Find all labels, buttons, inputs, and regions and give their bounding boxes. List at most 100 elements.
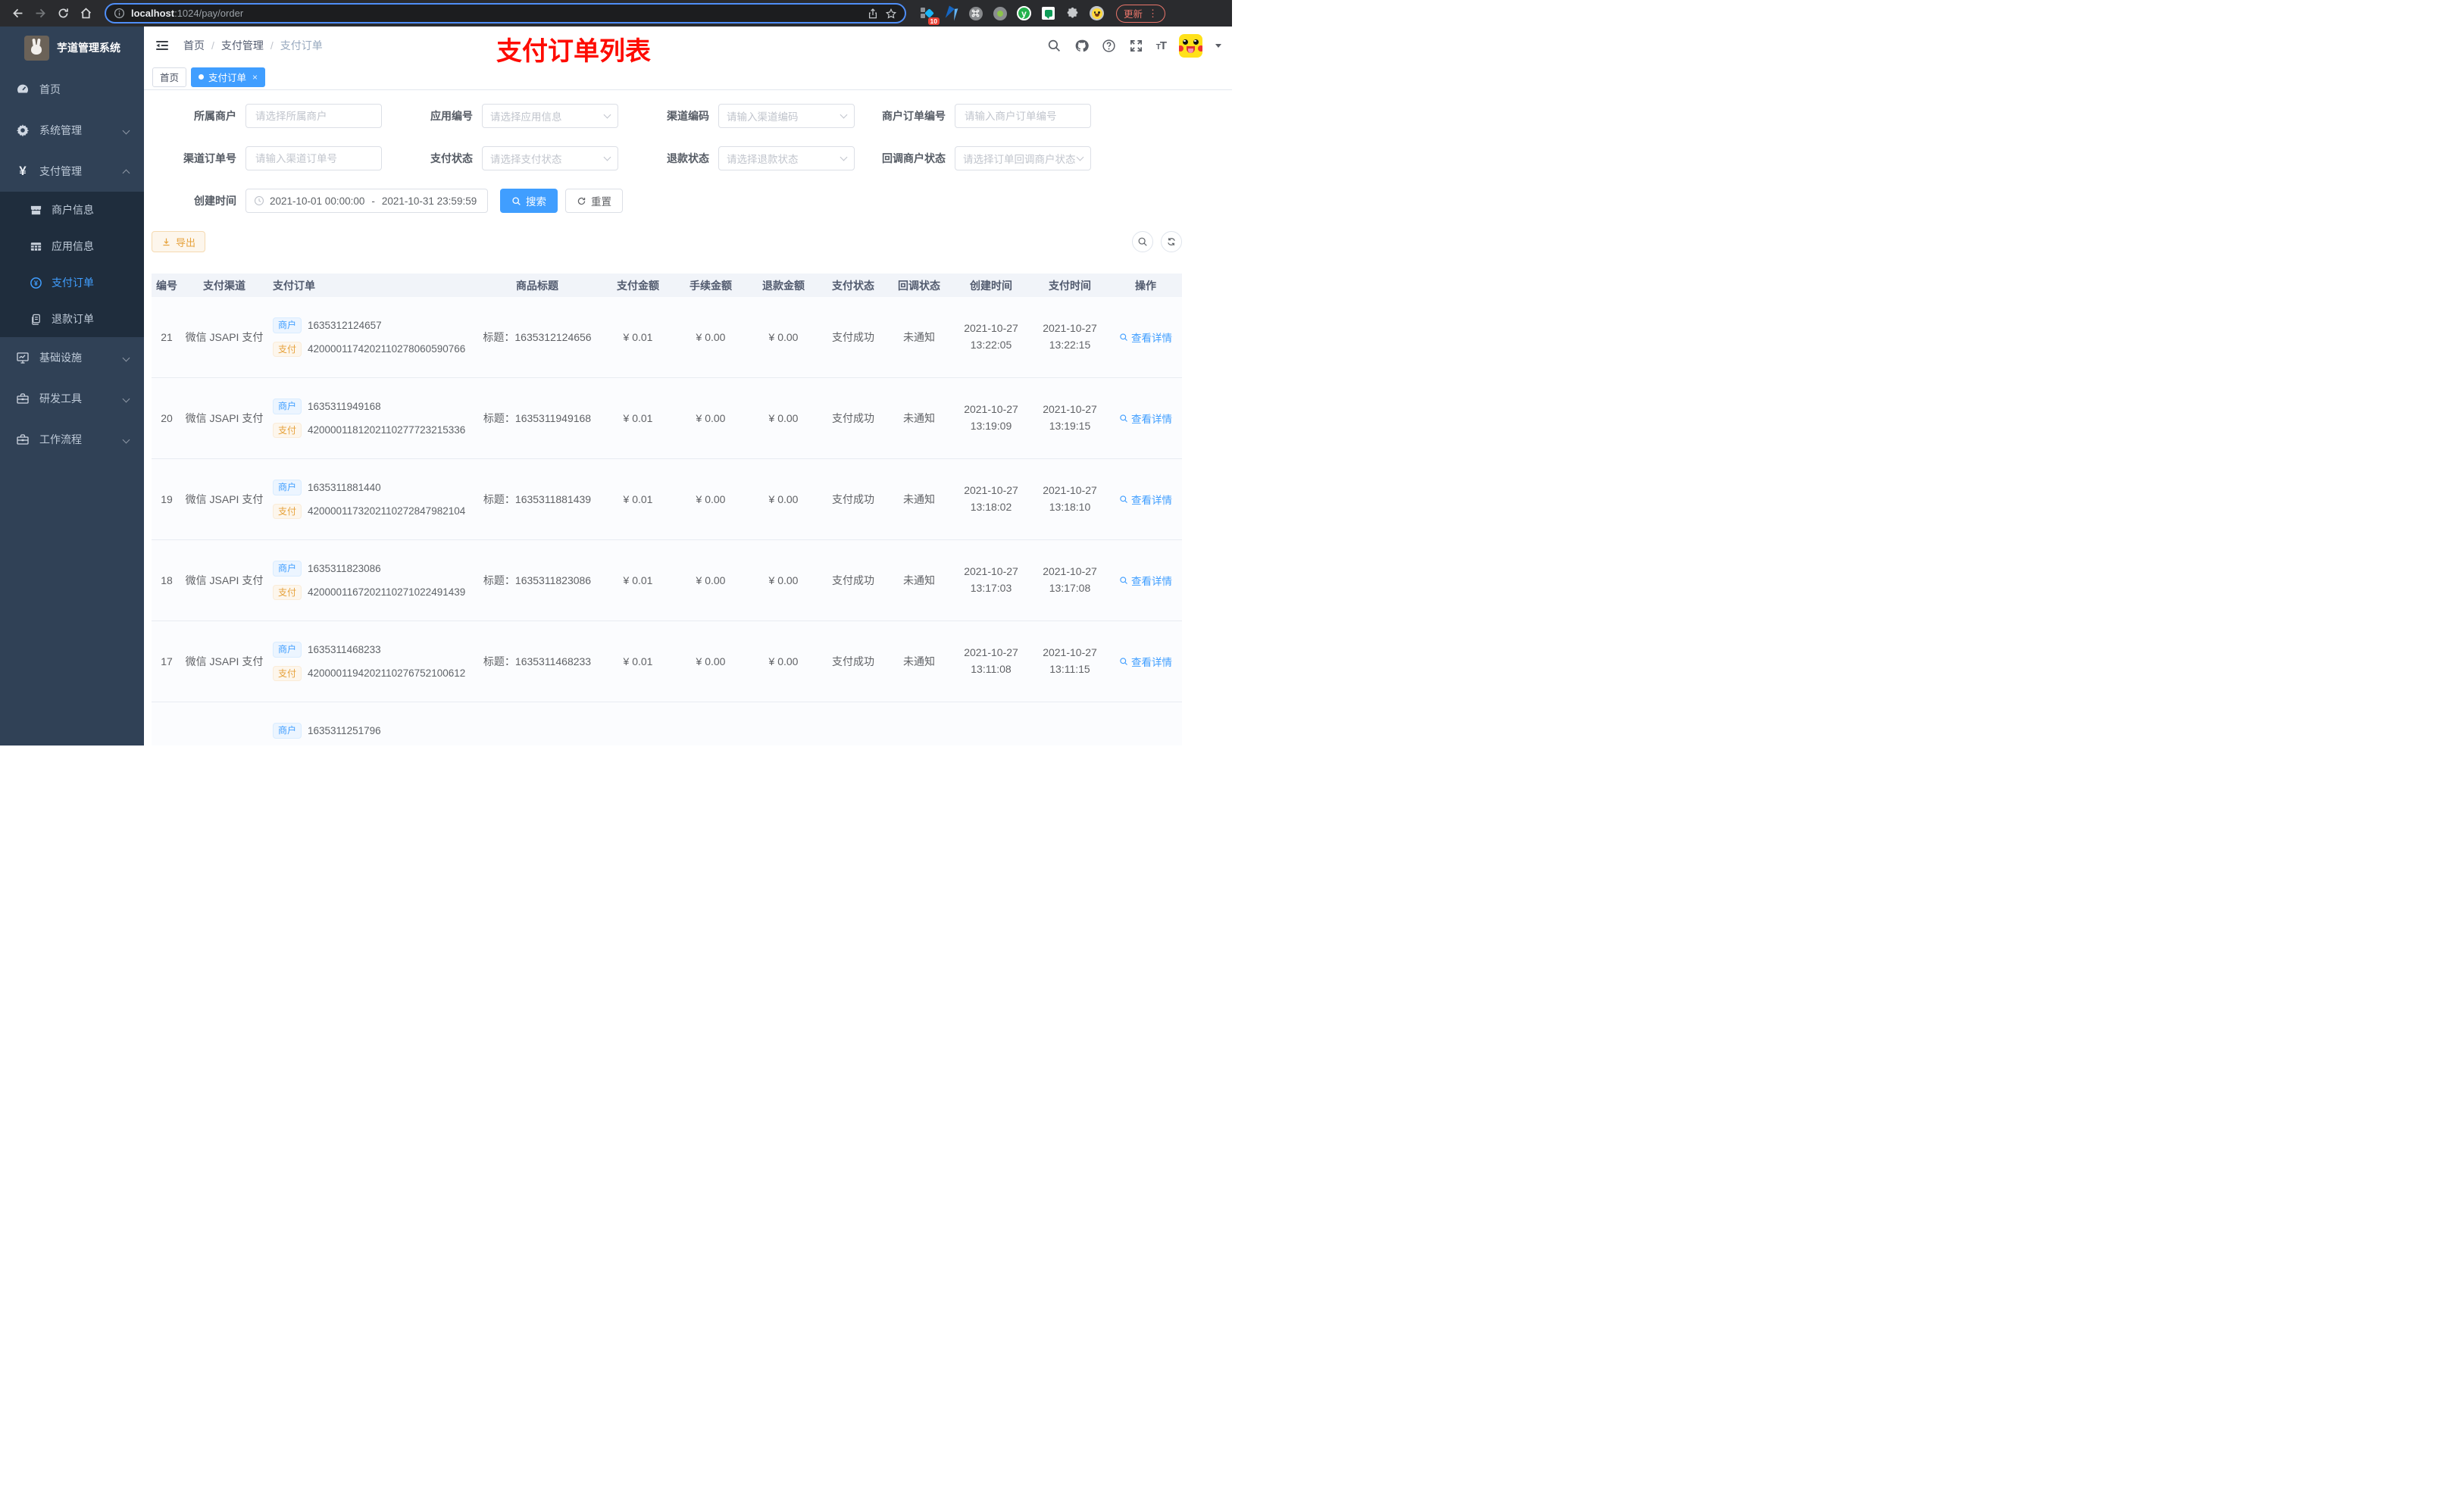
extension-command-icon[interactable] [968,6,983,20]
sidebar-item-refund-order[interactable]: 退款订单 [0,301,144,337]
search-button[interactable]: 搜索 [500,189,558,213]
cell-refund-amount: ¥ 0.00 [768,574,799,586]
col-created: 创建时间 [970,279,1012,292]
sidebar-item-system[interactable]: 系统管理 [0,110,144,151]
bookmark-star-icon[interactable] [885,8,897,20]
app-logo[interactable]: 芋道管理系统 [0,27,144,69]
merchant-order-no-input[interactable] [955,104,1091,128]
user-avatar[interactable] [1179,33,1202,58]
export-button[interactable]: 导出 [152,231,206,252]
chevron-down-icon [603,111,611,119]
chevron-down-icon [122,436,130,443]
col-title: 商品标题 [516,279,558,292]
merchant-select-input[interactable] [245,104,382,128]
browser-menu-icon[interactable]: ⋮ [1148,8,1158,20]
merchant-order-no: 1635311823086 [308,562,381,574]
view-detail-link[interactable]: 查看详情 [1119,654,1172,669]
share-icon[interactable] [867,8,879,20]
pay-order-table: 编号 支付渠道 支付订单 商品标题 支付金额 手续金额 退款金额 支付状态 回调… [152,274,1182,746]
cell-pay-status: 支付成功 [832,655,874,667]
col-status: 支付状态 [832,279,874,292]
breadcrumb-home[interactable]: 首页 [183,38,205,53]
github-icon [1075,39,1089,52]
browser-forward-button[interactable] [30,4,50,23]
view-detail-link[interactable]: 查看详情 [1119,330,1172,345]
help-icon [1102,39,1115,52]
cell-notify-status: 未通知 [903,412,935,424]
tab-close-icon[interactable]: × [252,72,258,83]
cell-refund-amount: ¥ 0.00 [768,331,799,343]
sidebar-item-infrastructure[interactable]: 基础设施 [0,337,144,378]
channel-code-select[interactable]: 请输入渠道编码 [718,104,855,128]
help-button[interactable] [1102,39,1116,53]
view-detail-link[interactable]: 查看详情 [1119,411,1172,426]
user-menu-caret-icon[interactable] [1215,43,1221,48]
search-icon [1120,495,1127,503]
extension-sail-icon[interactable] [944,5,958,21]
table-row: 21 微信 JSAPI 支付 商户 1635312124657 支付 4200001… [152,297,1182,378]
fullscreen-button[interactable] [1129,39,1143,53]
cell-product-title: 标题：1635311949168 [483,412,592,424]
filter-label-app-id: 应用编号 [430,110,473,122]
address-bar[interactable]: localhost:1024/pay/order [105,3,906,23]
view-detail-link[interactable]: 查看详情 [1119,492,1172,507]
col-refund: 退款金额 [762,279,805,292]
cell-order-id: 19 [161,493,173,505]
site-info-icon[interactable] [114,8,125,19]
sidebar-item-dev-tools[interactable]: 研发工具 [0,378,144,419]
extension-blocks-icon[interactable]: 10 [920,6,940,25]
chevron-down-icon [122,354,130,361]
filter-label-pay-status: 支付状态 [430,152,473,164]
header-search-button[interactable] [1047,39,1062,53]
browser-update-button[interactable]: 更新 ⋮ [1116,4,1166,23]
search-icon [1120,333,1127,341]
view-detail-link[interactable]: 查看详情 [1119,573,1172,588]
sidebar-collapse-button[interactable] [155,38,170,53]
breadcrumb-payment[interactable]: 支付管理 [221,38,264,53]
sidebar-item-app-info[interactable]: 应用信息 [0,228,144,264]
notify-status-select[interactable]: 请选择订单回调商户状态 [955,146,1091,170]
cell-product-title: 标题：1635311881439 [483,493,592,505]
toggle-search-button[interactable] [1132,231,1153,252]
profile-emoji-icon[interactable] [1090,6,1104,20]
refund-status-select[interactable]: 请选择退款状态 [718,146,855,170]
cell-notify-status: 未通知 [903,655,935,667]
tags-view-bar: 首页 支付订单 × [144,64,1232,90]
forward-arrow-icon [36,8,45,18]
pay-status-select[interactable]: 请选择支付状态 [482,146,618,170]
create-time-range-input[interactable]: 2021-10-01 00:00:00 - 2021-10-31 23:59:5… [245,189,488,213]
cell-actions: 查看详情 [1109,573,1182,588]
cell-actions: 查看详情 [1109,411,1182,426]
browser-reload-button[interactable] [53,4,73,23]
cell-fee-amount: ¥ 0.00 [696,574,726,586]
channel-order-no: 4200001194202110276752100612 [308,667,466,680]
sidebar-item-pay-order[interactable]: ¥ 支付订单 [0,264,144,301]
sidebar-item-merchant-info[interactable]: 商户信息 [0,192,144,228]
sidebar-item-payment[interactable]: ¥ 支付管理 [0,151,144,192]
download-icon [163,238,170,245]
extensions-puzzle-icon[interactable] [1065,6,1080,20]
app-title: 芋道管理系统 [57,42,120,54]
browser-back-button[interactable] [8,4,27,23]
app-select[interactable]: 请选择应用信息 [482,104,618,128]
browser-home-button[interactable] [76,4,95,23]
cell-order-id: 21 [161,331,173,343]
extension-dot-icon[interactable] [993,6,1007,20]
filter-label-notify-status: 回调商户状态 [882,152,946,164]
url-text[interactable]: localhost:1024/pay/order [131,8,861,19]
breadcrumb-current: 支付订单 [280,39,323,52]
col-notify: 回调状态 [898,279,940,292]
refresh-table-button[interactable] [1161,231,1182,252]
extension-y-icon[interactable]: y [1017,6,1031,20]
github-link[interactable] [1074,39,1089,53]
channel-order-no-input[interactable] [245,146,382,170]
tab-home[interactable]: 首页 [152,67,187,87]
sidebar-item-home[interactable]: 首页 [0,69,144,110]
tab-pay-order[interactable]: 支付订单 × [191,67,266,87]
sidebar-item-workflow[interactable]: 工作流程 [0,419,144,460]
reset-button[interactable]: 重置 [565,189,623,213]
extension-chat-icon[interactable] [1041,6,1055,20]
col-id: 编号 [156,279,177,292]
chevron-down-icon [840,153,848,161]
font-size-button[interactable]: TT [1156,39,1167,52]
